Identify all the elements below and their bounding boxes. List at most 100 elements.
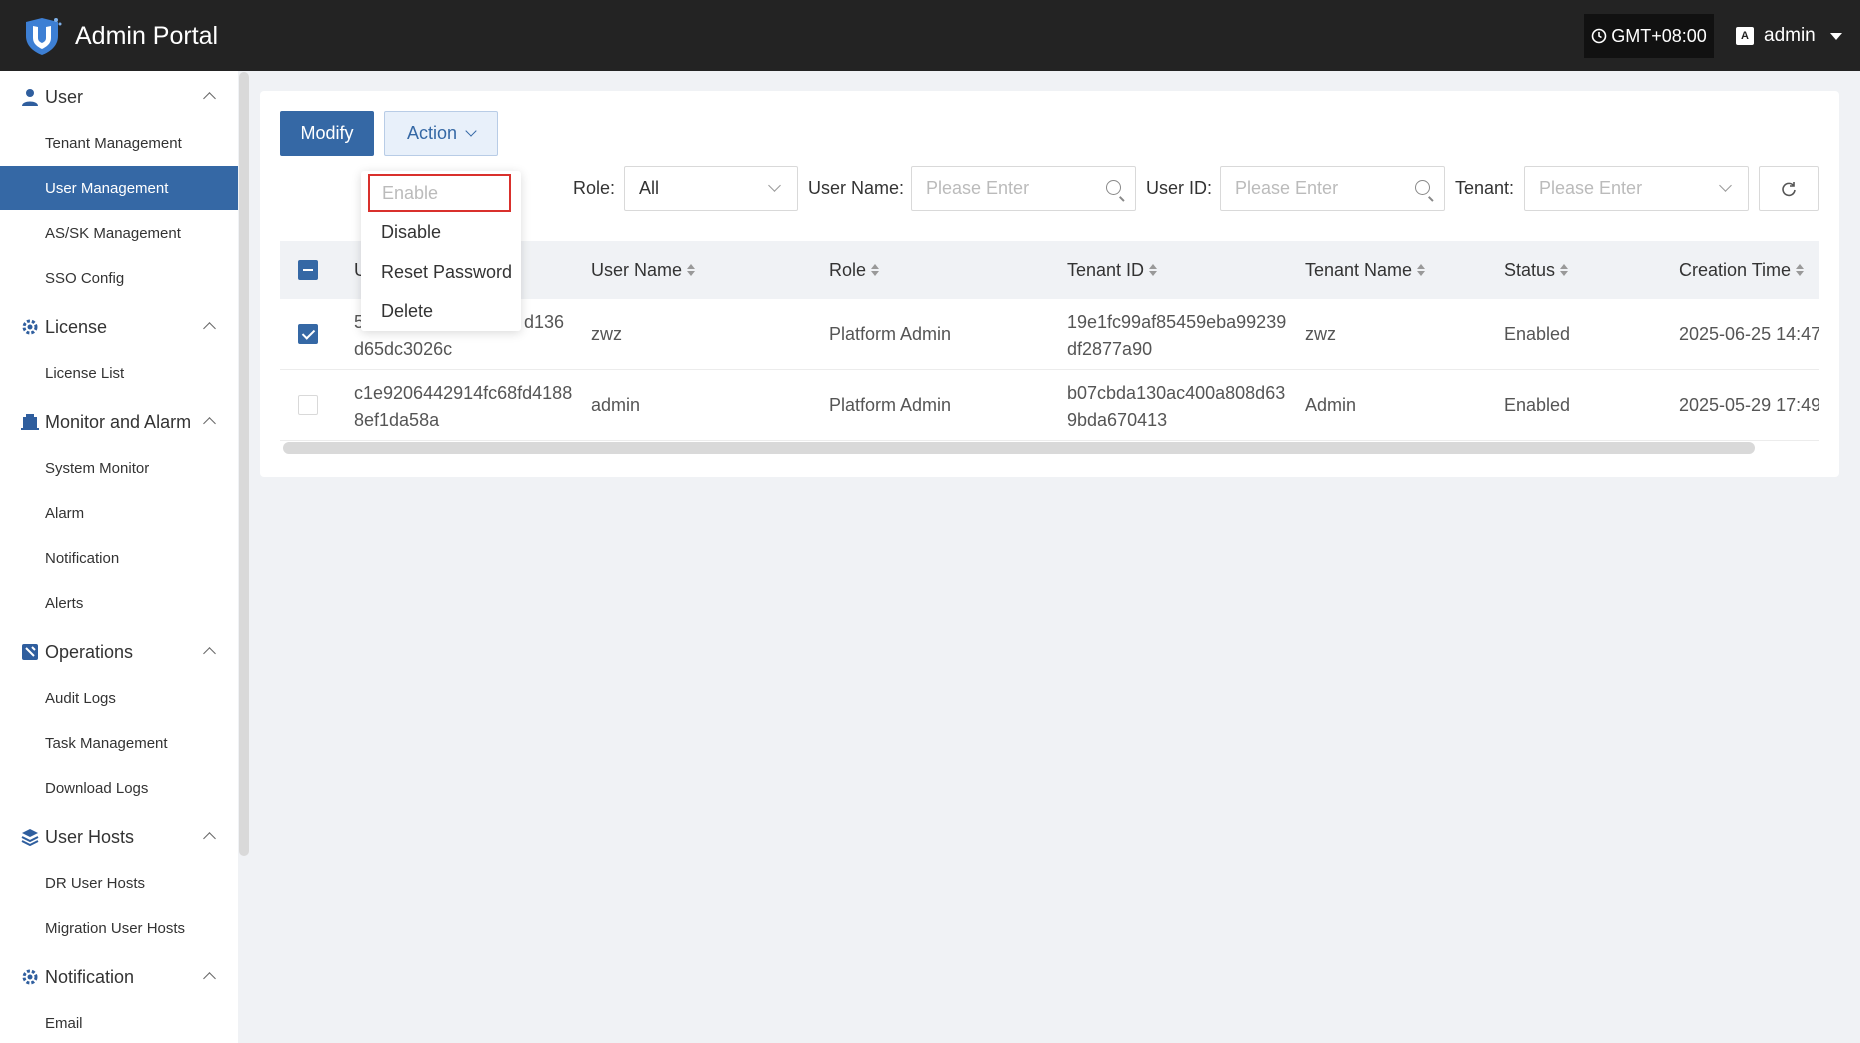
- chevron-down-icon: [768, 179, 781, 192]
- sort-icon[interactable]: [1560, 264, 1569, 276]
- row-checkbox[interactable]: [298, 324, 318, 344]
- timezone-button[interactable]: GMT+08:00: [1584, 14, 1714, 58]
- sidebar-item-download-logs[interactable]: Download Logs: [0, 766, 238, 810]
- cell-status: Enabled: [1504, 395, 1571, 415]
- cell-creation-time: 2025-06-25 14:47:: [1679, 324, 1819, 344]
- column-tenant-name[interactable]: Tenant Name: [1305, 241, 1426, 299]
- modify-button[interactable]: Modify: [280, 111, 374, 156]
- sidebar-item-audit-logs[interactable]: Audit Logs: [0, 676, 238, 720]
- user-menu[interactable]: A admin: [1736, 14, 1842, 58]
- column-role[interactable]: Role: [829, 241, 880, 299]
- username-label: admin: [1764, 25, 1816, 46]
- column-user-name[interactable]: User Name: [591, 241, 696, 299]
- column-status[interactable]: Status: [1504, 241, 1569, 299]
- cell-creation-time: 2025-05-29 17:49:: [1679, 395, 1819, 415]
- username-search-input[interactable]: Please Enter: [911, 166, 1136, 211]
- role-select-value: All: [639, 178, 660, 198]
- gear-icon: [22, 319, 38, 335]
- sidebar-group-label: Operations: [45, 641, 134, 662]
- cell-user-name: admin: [591, 395, 641, 415]
- sidebar-item-task-management[interactable]: Task Management: [0, 721, 238, 765]
- sidebar-group-operations[interactable]: Operations: [0, 632, 238, 672]
- chevron-up-icon: [203, 832, 216, 845]
- tenant-placeholder: Please Enter: [1539, 178, 1643, 198]
- sort-icon[interactable]: [1149, 264, 1158, 276]
- sidebar-item-dr-user-hosts[interactable]: DR User Hosts: [0, 861, 238, 905]
- sidebar-group-license[interactable]: License: [0, 307, 238, 347]
- sidebar-group-notification[interactable]: Notification: [0, 957, 238, 997]
- cell-role: Platform Admin: [829, 395, 952, 415]
- menu-item-delete[interactable]: Delete: [361, 292, 521, 330]
- cell-user-name: zwz: [591, 324, 622, 344]
- username-filter-label: User Name:: [808, 178, 905, 198]
- sidebar-group-label: License: [45, 316, 108, 337]
- sidebar-item-email[interactable]: Email: [0, 1001, 238, 1043]
- column-tenant-id[interactable]: Tenant ID: [1067, 241, 1158, 299]
- chevron-up-icon: [203, 972, 216, 985]
- action-dropdown-menu: Enable Disable Reset Password Delete: [361, 171, 521, 331]
- caret-down-icon: [1829, 32, 1842, 40]
- chevron-up-icon: [203, 647, 216, 660]
- userid-search-input[interactable]: Please Enter: [1220, 166, 1445, 211]
- username-placeholder: Please Enter: [926, 178, 1030, 198]
- sidebar-item-assk-management[interactable]: AS/SK Management: [0, 211, 238, 255]
- gear-icon: [22, 969, 38, 985]
- tenant-select[interactable]: Please Enter: [1524, 166, 1749, 211]
- table-row[interactable]: c1e9206442914fc68fd4188 8ef1da58a admin P…: [280, 370, 1819, 441]
- menu-item-disable[interactable]: Disable: [361, 213, 521, 251]
- language-icon[interactable]: A: [1736, 27, 1754, 45]
- column-creation-time[interactable]: Creation Time: [1679, 241, 1805, 299]
- clock-icon: [1591, 28, 1607, 44]
- operations-icon: [22, 644, 38, 660]
- chevron-down-icon: [1719, 179, 1732, 192]
- sort-icon[interactable]: [871, 264, 880, 276]
- tenant-filter-label: Tenant:: [1455, 178, 1515, 198]
- cell-user-id: c1e9206442914fc68fd4188 8ef1da58a: [354, 383, 573, 430]
- cell-role: Platform Admin: [829, 324, 952, 344]
- sidebar-group-user[interactable]: User: [0, 77, 238, 117]
- sidebar-item-license-list[interactable]: License List: [0, 351, 238, 395]
- menu-item-enable[interactable]: Enable: [368, 174, 511, 212]
- sidebar-item-user-management[interactable]: User Management: [0, 166, 238, 210]
- userid-filter-label: User ID:: [1146, 178, 1213, 198]
- sidebar-group-label: Notification: [45, 966, 135, 987]
- sidebar-item-migration-user-hosts[interactable]: Migration User Hosts: [0, 906, 238, 950]
- userid-placeholder: Please Enter: [1235, 178, 1339, 198]
- sidebar-item-tenant-management[interactable]: Tenant Management: [0, 121, 238, 165]
- cell-status: Enabled: [1504, 324, 1571, 344]
- role-select[interactable]: All: [624, 166, 798, 211]
- sidebar-scrollbar[interactable]: [239, 72, 249, 856]
- refresh-icon: [1782, 181, 1796, 196]
- sidebar-item-sso-config[interactable]: SSO Config: [0, 256, 238, 300]
- table-horizontal-scrollbar[interactable]: [283, 442, 1755, 454]
- menu-item-reset-password[interactable]: Reset Password: [361, 253, 521, 291]
- row-checkbox[interactable]: [298, 395, 318, 415]
- cell-tenant-id: b07cbda130ac400a808d63 9bda670413: [1067, 383, 1286, 430]
- search-icon[interactable]: [1415, 180, 1430, 195]
- action-dropdown-button[interactable]: Action: [384, 111, 498, 156]
- chevron-up-icon: [203, 417, 216, 430]
- select-all-checkbox[interactable]: [298, 260, 318, 280]
- sidebar-item-alarm[interactable]: Alarm: [0, 491, 238, 535]
- sidebar-item-notification[interactable]: Notification: [0, 536, 238, 580]
- chevron-up-icon: [203, 92, 216, 105]
- sidebar-group-monitor-alarm[interactable]: Monitor and Alarm: [0, 402, 238, 442]
- sidebar-group-user-hosts[interactable]: User Hosts: [0, 817, 238, 857]
- sidebar-group-label: User Hosts: [45, 826, 135, 847]
- user-icon: [22, 89, 38, 106]
- shield-logo-icon: [26, 18, 62, 55]
- cell-tenant-id: 19e1fc99af85459eba99239 df2877a90: [1067, 312, 1287, 359]
- cell-tenant-name: zwz: [1305, 324, 1336, 344]
- top-header: Admin Portal GMT+08:00 A admin: [0, 0, 1860, 71]
- refresh-button[interactable]: [1759, 166, 1819, 211]
- sort-icon[interactable]: [687, 264, 696, 276]
- sidebar-item-system-monitor[interactable]: System Monitor: [0, 446, 238, 490]
- sidebar-group-label: User: [45, 86, 84, 107]
- timezone-label: GMT+08:00: [1611, 25, 1707, 46]
- chevron-down-icon: [465, 125, 477, 137]
- sidebar-item-alerts[interactable]: Alerts: [0, 581, 238, 625]
- cell-tenant-name: Admin: [1305, 395, 1357, 415]
- sort-icon[interactable]: [1796, 264, 1805, 276]
- sort-icon[interactable]: [1417, 264, 1426, 276]
- search-icon[interactable]: [1106, 180, 1121, 195]
